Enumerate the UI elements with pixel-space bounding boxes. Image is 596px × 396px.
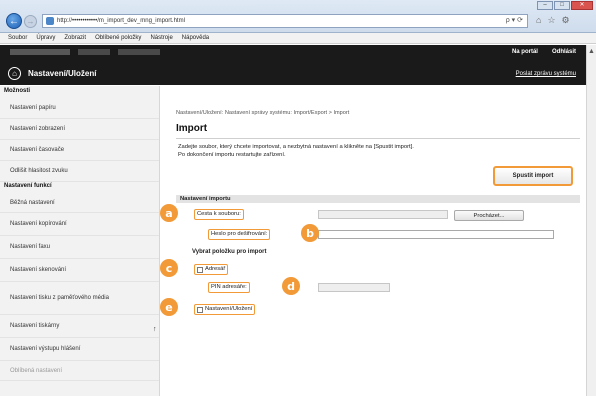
- description-line-2: Po dokončení importu restartujte zařízen…: [178, 152, 286, 158]
- window-controls: – □ ✕: [537, 1, 593, 10]
- page-icon: [46, 17, 54, 25]
- search-refresh-icon[interactable]: ρ ▾ ⟳: [506, 15, 523, 27]
- favorites-star-icon[interactable]: ☆: [547, 15, 555, 26]
- toolbar-icons: ⌂ ☆ ⚙: [536, 15, 570, 26]
- sidebar-section-preferences: Možnosti: [4, 88, 30, 94]
- address-book-checkbox-box[interactable]: [197, 266, 203, 273]
- page-top-anchor-icon[interactable]: ↑: [153, 326, 157, 333]
- settings-checkbox[interactable]: Nastavení/Uložení: [194, 304, 256, 315]
- sidebar-item-timer[interactable]: Nastavení časovače: [0, 140, 159, 161]
- start-import-button[interactable]: Spustit import: [493, 166, 573, 186]
- decrypt-password-label: Heslo pro dešifrování:: [208, 229, 271, 240]
- sidebar-item-volume[interactable]: Odlišit hlasitost zvuku: [0, 161, 159, 182]
- divider: [176, 138, 580, 139]
- sidebar-item-fax[interactable]: Nastavení faxu: [0, 236, 159, 259]
- menu-edit[interactable]: Úprav​y: [36, 33, 55, 43]
- device-name-blurred: [10, 49, 160, 55]
- import-settings-header: Nastavení importu: [176, 195, 580, 203]
- file-path-label-text: Cesta k souboru:: [197, 211, 241, 217]
- file-path-input[interactable]: [318, 210, 448, 219]
- address-book-checkbox[interactable]: Adresář: [194, 264, 229, 275]
- browser-menu-bar: Soubor Úprav​y Zobrazit Oblíbené položky…: [0, 33, 596, 44]
- decrypt-password-label-text: Heslo pro dešifrování:: [211, 231, 268, 237]
- menu-tools[interactable]: Nástroje: [150, 33, 172, 43]
- settings-checkbox-box[interactable]: [197, 306, 203, 313]
- menu-help[interactable]: Nápověda: [182, 33, 209, 43]
- home-browser-icon[interactable]: ⌂: [536, 15, 541, 26]
- sidebar-item-scan[interactable]: Nastavení skenování: [0, 259, 159, 282]
- callout-a: a: [160, 204, 178, 222]
- file-path-label: Cesta k souboru:: [194, 209, 244, 220]
- sidebar-item-copy[interactable]: Nastavení kopírování: [0, 213, 159, 236]
- sidebar-item-printer[interactable]: Nastavení tiskárny: [0, 315, 159, 338]
- select-items-header: Vybrat položku pro import: [192, 249, 267, 255]
- callout-b: b: [301, 224, 319, 242]
- callout-e: e: [160, 298, 178, 316]
- callout-d: d: [282, 277, 300, 295]
- browser-chrome: – □ ✕ ← → http://••••••••••••/m_import_d…: [0, 0, 596, 33]
- sidebar-item-memory-media[interactable]: Nastavení tisku z paměťového média: [0, 282, 159, 315]
- sidebar: Možnosti Nastavení papíru Nastavení zobr…: [0, 86, 160, 396]
- minimize-button[interactable]: –: [537, 1, 553, 10]
- back-arrow-icon[interactable]: ←: [6, 13, 22, 29]
- address-bar[interactable]: http://••••••••••••/m_import_dev_mng_imp…: [42, 14, 528, 28]
- breadcrumb: Nastavení/Uložení: Nastavení správy syst…: [176, 110, 350, 116]
- sidebar-item-favorites[interactable]: Oblíbená nastavení: [0, 361, 159, 381]
- pin-label: PIN adresáře:: [208, 282, 250, 293]
- address-url: http://••••••••••••/m_import_dev_mng_imp…: [57, 18, 185, 24]
- sidebar-item-common[interactable]: Běžná nastavení: [0, 193, 159, 213]
- scroll-up-icon[interactable]: ▲: [588, 48, 595, 55]
- app-header: Na portál Odhlásit ⌂ Nastavení/Uložení P…: [0, 45, 586, 85]
- pin-input[interactable]: [318, 283, 390, 292]
- maximize-button[interactable]: □: [554, 1, 570, 10]
- sidebar-section-functions: Nastavení funkcí: [4, 183, 52, 189]
- forward-arrow-icon[interactable]: →: [24, 15, 37, 28]
- logout-link[interactable]: Odhlásit: [552, 49, 576, 55]
- app-title: Nastavení/Uložení: [28, 69, 97, 78]
- scrollbar[interactable]: ▲: [586, 45, 596, 396]
- sidebar-item-report-output[interactable]: Nastavení výstupu hlášení: [0, 338, 159, 361]
- settings-label: Nastavení/Uložení: [205, 306, 253, 312]
- pin-label-text: PIN adresáře:: [211, 284, 247, 290]
- menu-file[interactable]: Soubor: [8, 33, 27, 43]
- page-title: Import: [176, 123, 208, 134]
- mail-admin-link[interactable]: Poslat zprávu systému: [516, 71, 576, 77]
- sidebar-item-paper[interactable]: Nastavení papíru: [0, 98, 159, 119]
- close-window-button[interactable]: ✕: [571, 1, 593, 10]
- sidebar-item-display[interactable]: Nastavení zobrazení: [0, 119, 159, 140]
- settings-gear-icon[interactable]: ⚙: [562, 15, 570, 26]
- main-content: Nastavení/Uložení: Nastavení správy syst…: [168, 86, 580, 396]
- menu-view[interactable]: Zobrazit: [64, 33, 86, 43]
- home-icon[interactable]: ⌂: [8, 67, 21, 80]
- browse-button[interactable]: Procházet...: [454, 210, 524, 221]
- portal-link[interactable]: Na portál: [512, 49, 538, 55]
- menu-favorites[interactable]: Oblíbené položky: [95, 33, 141, 43]
- decrypt-password-input[interactable]: [318, 230, 554, 239]
- callout-c: c: [160, 259, 178, 277]
- description: Zadejte soubor, který chcete importovat,…: [178, 143, 414, 159]
- address-book-label: Adresář: [205, 266, 226, 272]
- description-line-1: Zadejte soubor, který chcete importovat,…: [178, 144, 414, 150]
